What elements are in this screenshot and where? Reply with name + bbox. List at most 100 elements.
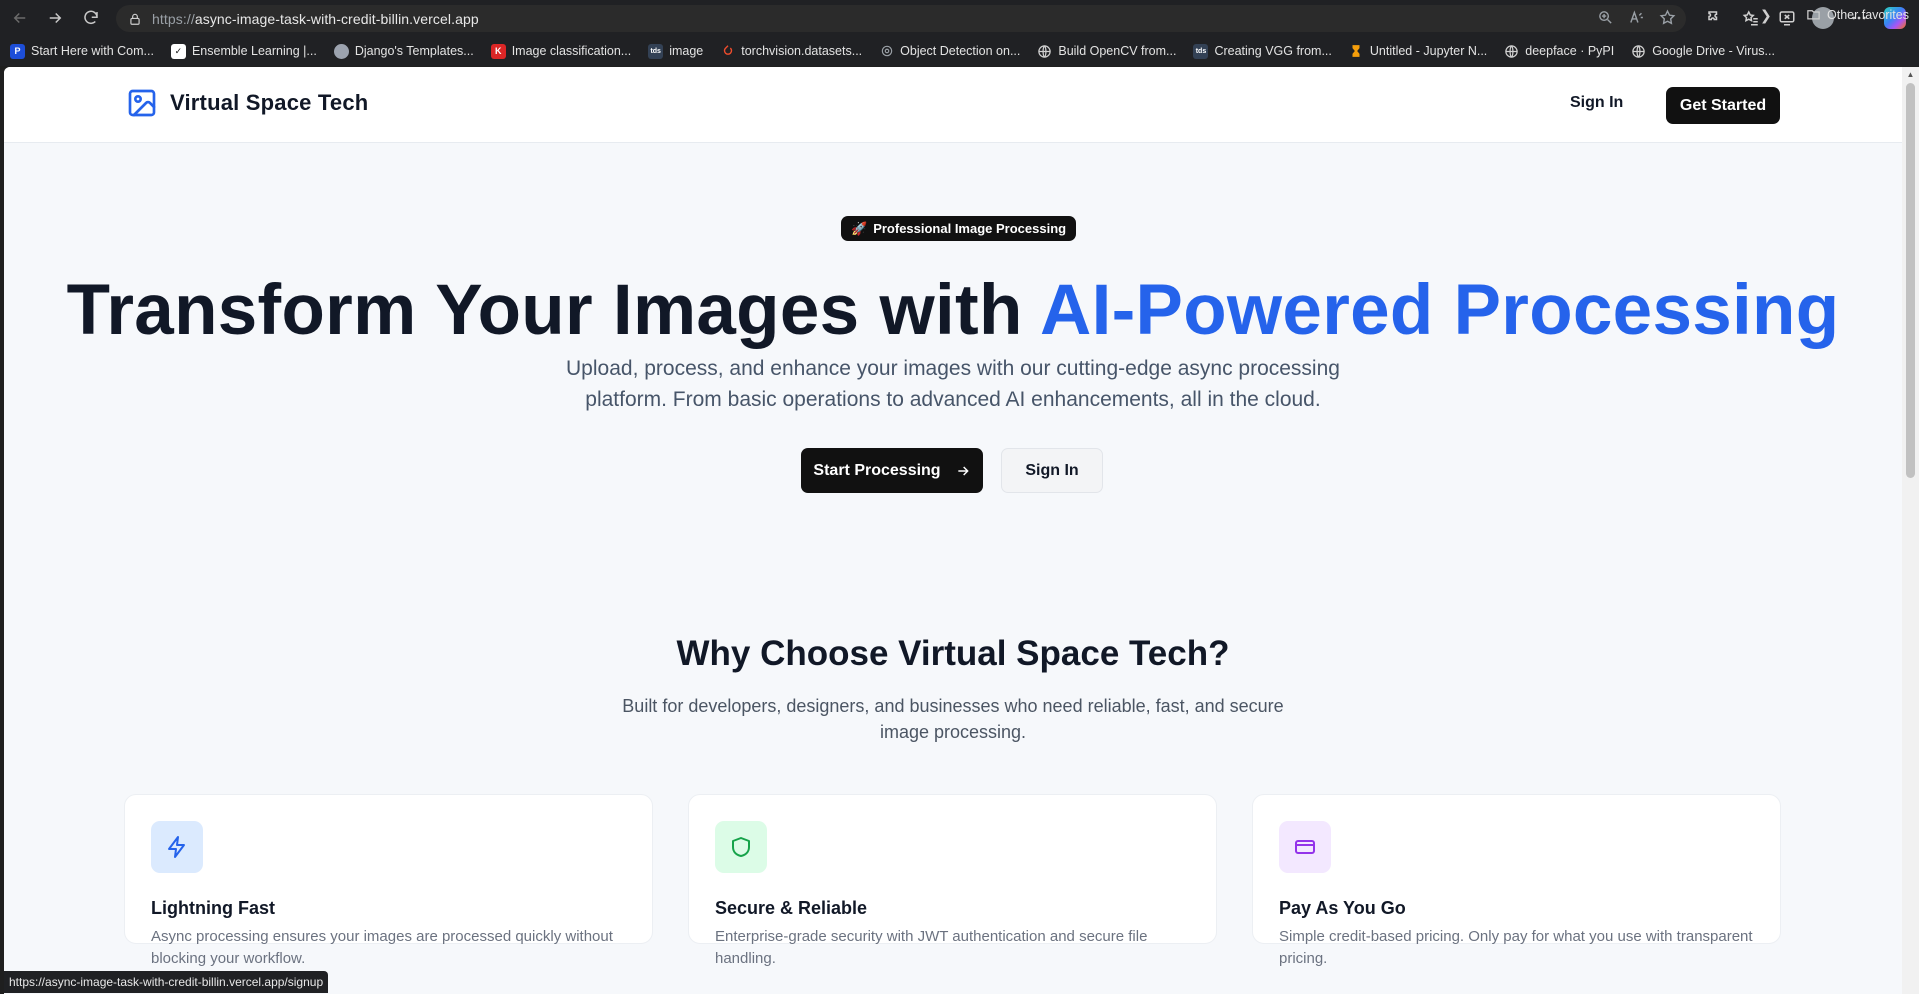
lightning-icon — [168, 836, 185, 858]
hero-title: Transform Your Images with AI-Powered Pr… — [4, 257, 1902, 365]
shield-icon — [732, 837, 750, 857]
bookmark-item[interactable]: tds Creating VGG from... — [1193, 43, 1332, 59]
folder-icon — [1807, 10, 1820, 20]
bookmark-item[interactable]: ✓ Ensemble Learning |... — [170, 43, 317, 59]
screen-share-icon — [1779, 11, 1795, 26]
bookmark-item[interactable]: K Image classification... — [490, 43, 632, 59]
bookmark-label: torchvision.datasets... — [741, 44, 863, 58]
bookmark-label: Build OpenCV from... — [1058, 44, 1177, 58]
bookmark-label: Object Detection on... — [900, 44, 1021, 58]
why-choose-title: Why Choose Virtual Space Tech? — [676, 634, 1230, 673]
brand-name: Virtual Space Tech — [170, 90, 369, 115]
hero-title-main: Transform Your Images with — [66, 271, 1041, 350]
bookmark-item[interactable]: P Start Here with Com... — [10, 43, 154, 59]
bookmark-item[interactable]: torchvision.datasets... — [720, 44, 862, 59]
back-arrow-icon — [13, 12, 26, 24]
zoom-icon[interactable] — [1597, 9, 1614, 26]
eye-icon — [879, 44, 894, 59]
back-button[interactable] — [2, 0, 38, 36]
lock-icon[interactable] — [128, 12, 142, 26]
address-bar[interactable]: https://async-image-task-with-credit-bil… — [116, 5, 1686, 32]
favorites-list-icon — [1742, 10, 1758, 26]
hero-badge-label: Professional Image Processing — [873, 221, 1067, 236]
hero-sign-in-button[interactable]: Sign In — [1001, 448, 1103, 493]
hero-subtitle: Upload, process, and enhance your images… — [566, 357, 1340, 411]
url-host: async-image-task-with-credit-billin.verc… — [194, 10, 479, 27]
image-logo-icon — [128, 89, 156, 117]
feature-title: Lightning Fast — [151, 898, 275, 918]
refresh-button[interactable] — [73, 0, 109, 36]
brand-logo-link[interactable]: Virtual Space Tech — [126, 87, 368, 119]
bookmarks-overflow-chevron-icon[interactable]: ❯ — [1760, 7, 1772, 24]
pi-icon: P — [10, 43, 25, 59]
avatar-icon — [333, 43, 349, 59]
rocket-icon: 🚀 — [851, 220, 868, 236]
browser-toolbar: https://async-image-task-with-credit-bil… — [0, 0, 1919, 36]
feature-card-pay-as-you-go: Pay As You Go Simple credit-based pricin… — [1252, 794, 1781, 967]
site-header: Virtual Space Tech Sign In Get Started — [4, 67, 1902, 143]
bookmark-label: Django's Templates... — [354, 44, 474, 58]
header-get-started-button[interactable]: Get Started — [1666, 87, 1780, 124]
bookmark-item[interactable]: tds image — [648, 43, 704, 59]
bookmarks-bar: P Start Here with Com... ✓ Ensemble Learnin… — [0, 36, 1919, 66]
page-viewport: Virtual Space Tech Sign In Get Started 🚀… — [4, 67, 1902, 994]
read-aloud-icon[interactable] — [1628, 9, 1645, 26]
other-favorites[interactable]: Other favorites — [1806, 7, 1909, 22]
bookmark-item[interactable]: Google Drive - Virus... — [1631, 44, 1775, 59]
feature-icon-bg — [1279, 821, 1331, 873]
forward-button[interactable] — [37, 0, 73, 36]
bookmark-label: deepface · PyPI — [1525, 44, 1615, 58]
bookmark-label: Ensemble Learning |... — [191, 44, 317, 58]
bookmark-label: Untitled - Jupyter N... — [1369, 44, 1488, 58]
url-scheme: https:// — [152, 10, 195, 27]
feature-icon-bg — [151, 821, 203, 873]
doc-icon: ✓ — [170, 43, 186, 59]
feature-card-secure-reliable: Secure & Reliable Enterprise-grade secur… — [688, 794, 1217, 967]
tds-icon: tds — [1193, 43, 1209, 59]
start-processing-label: Start Processing — [813, 461, 941, 479]
feature-title: Secure & Reliable — [715, 898, 868, 918]
puzzle-icon — [1708, 11, 1718, 21]
bookmark-label: Start Here with Com... — [31, 44, 154, 58]
bookmark-item[interactable]: Untitled - Jupyter N... — [1349, 44, 1487, 59]
header-sign-in-link[interactable]: Sign In — [1570, 94, 1623, 112]
pytorch-icon — [720, 44, 735, 59]
scrollbar-thumb[interactable] — [1906, 83, 1915, 478]
other-favorites-label: Other favorites — [1827, 7, 1909, 22]
feature-description: Simple credit-based pricing. Only pay fo… — [1279, 928, 1753, 967]
globe-icon — [1631, 44, 1646, 59]
address-bar-icons — [1597, 9, 1676, 26]
favorite-star-icon[interactable] — [1659, 9, 1676, 26]
credit-card-icon — [1295, 840, 1315, 854]
bookmark-label: Image classification... — [511, 44, 632, 58]
k-icon: K — [490, 43, 506, 59]
globe-icon — [1037, 44, 1052, 59]
bookmark-label: Creating VGG from... — [1214, 44, 1332, 58]
hero-badge: 🚀 Professional Image Processing — [841, 216, 1077, 241]
refresh-icon — [84, 10, 98, 25]
feature-title: Pay As You Go — [1279, 898, 1406, 918]
start-processing-button[interactable]: Start Processing — [801, 448, 983, 493]
bookmark-label: Google Drive - Virus... — [1652, 44, 1775, 58]
feature-description: Enterprise-grade security with JWT authe… — [715, 928, 1148, 967]
forward-arrow-icon — [49, 12, 62, 24]
url-text[interactable]: https://async-image-task-with-credit-bil… — [152, 11, 479, 27]
bookmark-item[interactable]: Django's Templates... — [333, 43, 474, 59]
hero-title-accent: AI-Powered Processing — [1040, 271, 1840, 350]
page-scrollbar[interactable]: ▲ — [1902, 67, 1919, 994]
bookmark-item[interactable]: Object Detection on... — [879, 44, 1020, 59]
feature-card-lightning-fast: Lightning Fast Async processing ensures … — [124, 794, 653, 967]
link-status-bar: https://async-image-task-with-credit-bil… — [4, 971, 329, 993]
globe-icon — [1504, 44, 1519, 59]
hourglass-icon — [1349, 44, 1364, 59]
bookmark-label: image — [669, 44, 704, 58]
scroll-up-arrow-icon[interactable]: ▲ — [1902, 67, 1919, 81]
bookmark-item[interactable]: deepface · PyPI — [1504, 44, 1614, 59]
feature-description: Async processing ensures your images are… — [151, 928, 613, 967]
workspaces-button[interactable] — [1773, 4, 1801, 32]
tds-icon: tds — [648, 43, 664, 59]
why-choose-subtitle: Built for developers, designers, and bus… — [622, 696, 1284, 742]
bookmark-item[interactable]: Build OpenCV from... — [1037, 44, 1176, 59]
extensions-button[interactable] — [1701, 4, 1729, 32]
arrow-right-icon — [957, 465, 969, 476]
